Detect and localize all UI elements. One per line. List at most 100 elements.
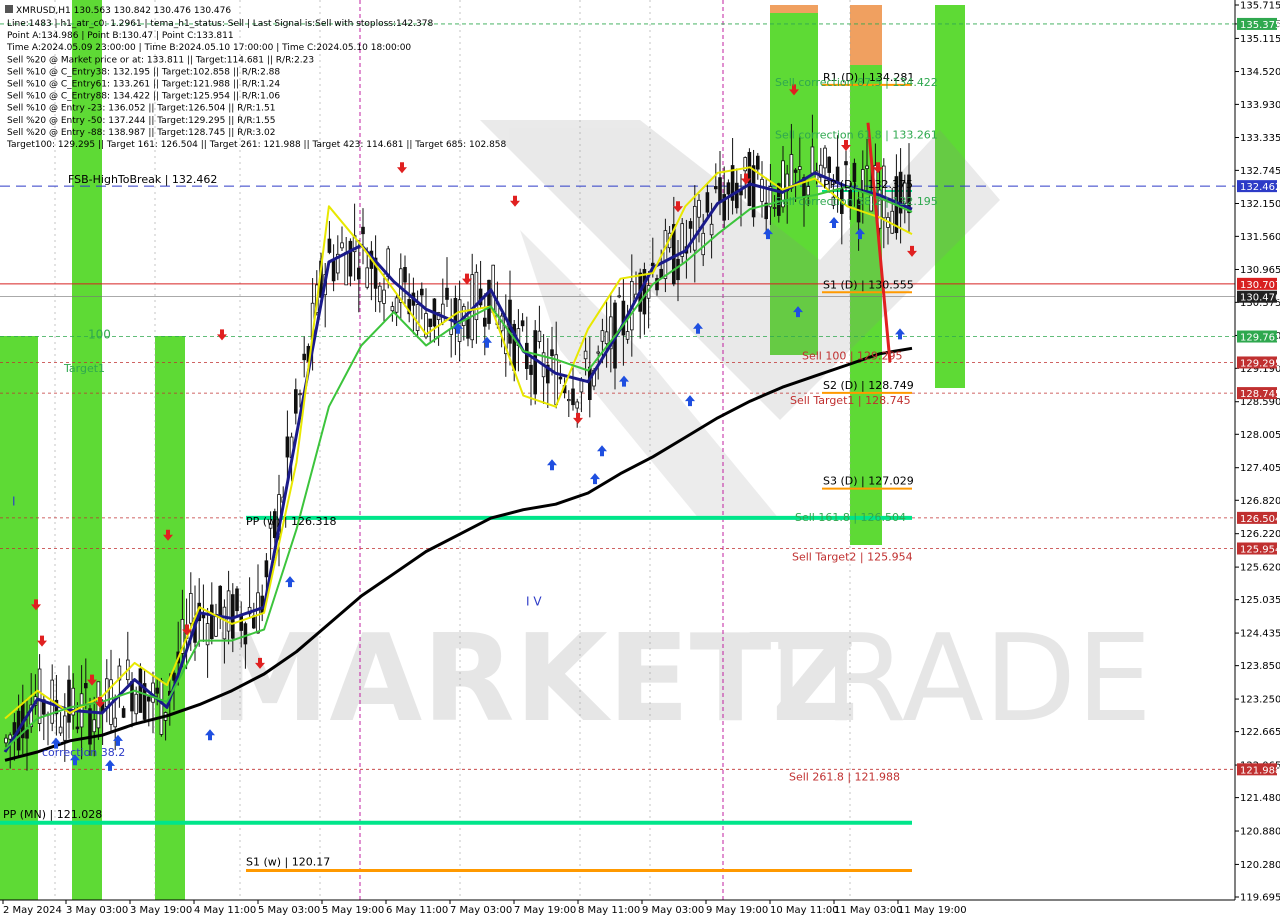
candle-body xyxy=(75,726,80,730)
candle-body xyxy=(735,182,739,209)
candle-body xyxy=(688,221,693,229)
y-tick-label: 134.520 xyxy=(1240,67,1280,78)
candle-body xyxy=(550,349,554,357)
candle-body xyxy=(487,279,491,324)
candle-body xyxy=(134,693,139,715)
symbol-title: XMRUSD,H1 130.563 130.842 130.476 130.47… xyxy=(16,6,231,16)
info-line: Time A:2024.05.09 23:00:00 | Time B:2024… xyxy=(6,43,411,53)
y-tick-label: 133.930 xyxy=(1240,100,1280,111)
info-line: Sell %20 @ Market price or at: 133.811 |… xyxy=(7,55,314,65)
candle-body xyxy=(445,287,449,300)
level-label: PP (MN) | 121.028 xyxy=(3,808,102,821)
y-tick-label: 132.745 xyxy=(1240,166,1280,177)
candle-body xyxy=(415,304,420,331)
candle-body xyxy=(844,161,848,166)
candle-body xyxy=(756,155,760,170)
candle-body xyxy=(361,226,365,235)
x-tick-label: 5 May 19:00 xyxy=(322,905,384,916)
y-tick-label: 135.715 xyxy=(1240,1,1280,12)
level-label: PP (D) | 132.375 xyxy=(823,178,913,191)
candle-body xyxy=(701,232,705,256)
candle-body xyxy=(390,306,395,312)
candle-body xyxy=(377,285,382,303)
level-label: Sell correction 38.2 | 132.195 xyxy=(775,195,938,208)
price-badge-text: 132.462 xyxy=(1240,182,1280,193)
info-line: Sell %20 @ Entry -50: 137.244 || Target:… xyxy=(7,116,275,126)
info-line: Sell %10 @ C_Entry88: 134.422 || Target:… xyxy=(7,92,280,102)
candle-body xyxy=(205,623,210,646)
candle-body xyxy=(188,593,193,624)
level-label: PP (w) | 126.318 xyxy=(246,515,337,528)
candle-body xyxy=(567,399,571,402)
candle-body xyxy=(659,268,663,279)
candle-body xyxy=(575,401,579,409)
level-label: S1 (w) | 120.17 xyxy=(246,856,330,869)
y-tick-label: 119.695 xyxy=(1240,893,1280,904)
candle-body xyxy=(25,729,29,739)
candle-body xyxy=(440,303,445,323)
candle-body xyxy=(285,436,290,458)
y-tick-label: 127.405 xyxy=(1240,463,1280,474)
candle-body xyxy=(621,300,626,336)
level-label: Sell Target1 | 128.745 xyxy=(790,394,911,407)
info-line: Sell %10 @ C_Entry38: 132.195 || Target:… xyxy=(7,67,280,77)
y-tick-label: 124.435 xyxy=(1240,629,1280,640)
candle-body xyxy=(697,199,701,218)
candle-body xyxy=(155,687,160,694)
svg-text:TRADE: TRADE xyxy=(749,610,1152,749)
candle-body xyxy=(138,668,143,713)
candle-body xyxy=(865,165,869,169)
price-badge-text: 126.504 xyxy=(1240,514,1280,525)
level-label: correction 38.2 xyxy=(42,746,125,759)
candle-body xyxy=(882,165,886,219)
candle-body xyxy=(67,679,71,723)
price-badge-text: 135.375 xyxy=(1240,20,1280,31)
y-tick-label: 133.335 xyxy=(1240,133,1280,144)
candle-body xyxy=(382,289,386,304)
candle-body xyxy=(340,242,344,249)
candle-body xyxy=(537,330,542,342)
level-label: 100 xyxy=(88,327,111,341)
candle-body xyxy=(146,696,151,702)
candle-body xyxy=(331,260,336,282)
y-tick-label: 122.665 xyxy=(1240,727,1280,738)
candle-body xyxy=(714,186,718,190)
info-line: Sell %10 @ Entry -23: 136.052 || Target:… xyxy=(7,104,275,114)
candle-body xyxy=(625,331,630,340)
highlight-zone xyxy=(155,336,185,900)
price-badge-text: 129.295 xyxy=(1240,358,1280,369)
highlight-zone xyxy=(770,5,818,13)
candle-body xyxy=(642,269,647,315)
candle-body xyxy=(256,592,260,634)
candle-body xyxy=(823,147,827,169)
info-line: Target100: 129.295 || Target 161: 126.50… xyxy=(6,140,507,150)
level-label: Sell 161.8 | 126.504 xyxy=(795,511,906,524)
candle-body xyxy=(726,182,731,195)
price-badge-text: 128.745 xyxy=(1240,389,1280,400)
y-tick-label: 120.280 xyxy=(1240,860,1280,871)
candle-body xyxy=(63,715,67,741)
candle-body xyxy=(159,680,164,735)
x-tick-label: 7 May 19:00 xyxy=(514,905,576,916)
candle-body xyxy=(529,364,533,375)
candle-body xyxy=(466,318,470,339)
x-tick-label: 10 May 11:00 xyxy=(770,905,839,916)
candle-body xyxy=(403,267,407,283)
candle-body xyxy=(58,726,63,734)
candle-body xyxy=(419,288,424,296)
candle-body xyxy=(4,737,8,744)
y-tick-label: 135.115 xyxy=(1240,34,1280,45)
candle-body xyxy=(827,156,831,173)
level-label: Sell correction 87.5 | 134.422 xyxy=(775,76,938,89)
candle-body xyxy=(600,330,605,342)
level-label: Sell 100 | 129.295 xyxy=(802,349,903,362)
candle-body xyxy=(588,366,592,400)
candle-body xyxy=(293,389,298,414)
info-line: Line:1483 | h1_atr_c0: 1.2961 | tema_h1_… xyxy=(7,19,434,29)
y-tick-label: 123.250 xyxy=(1240,695,1280,706)
candle-body xyxy=(222,606,227,640)
candle-body xyxy=(810,146,815,174)
x-tick-label: 5 May 03:00 xyxy=(258,905,320,916)
level-label: I xyxy=(12,494,16,508)
candle-body xyxy=(709,223,714,236)
